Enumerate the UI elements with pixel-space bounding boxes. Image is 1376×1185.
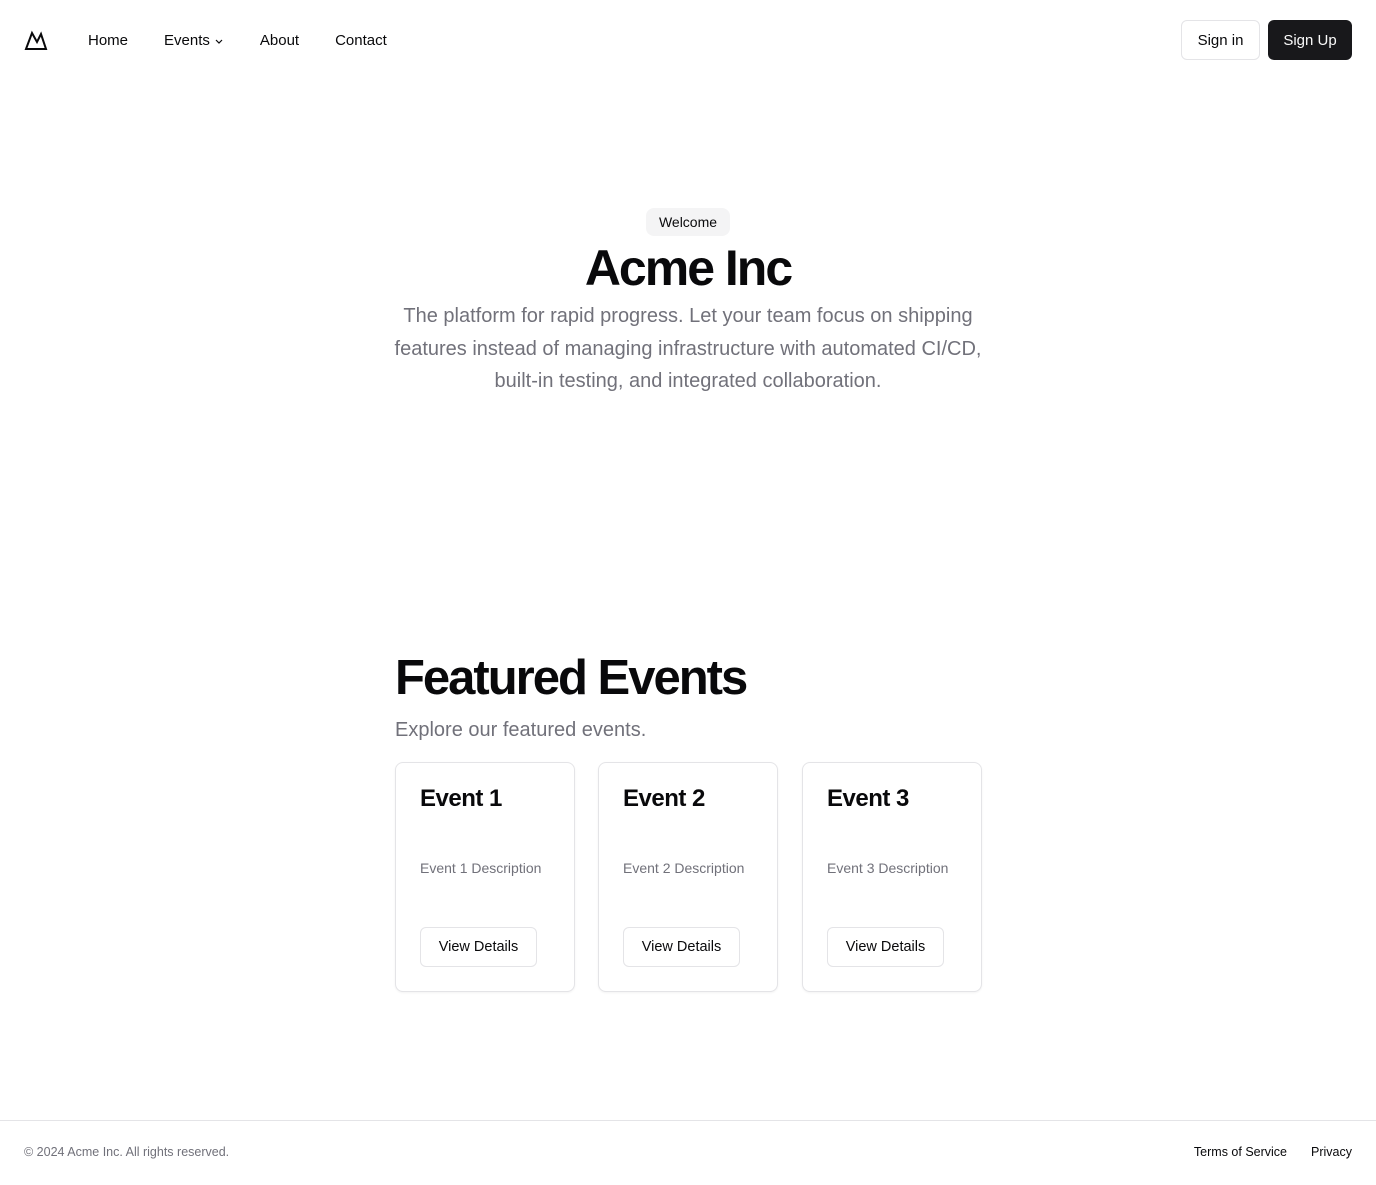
- terms-of-service-link[interactable]: Terms of Service: [1194, 1145, 1287, 1159]
- site-header: Home Events About Contact Sign in Sign U…: [0, 0, 1376, 80]
- welcome-badge: Welcome: [646, 208, 730, 236]
- view-details-button[interactable]: View Details: [827, 927, 944, 967]
- privacy-link[interactable]: Privacy: [1311, 1145, 1352, 1159]
- copyright-text: © 2024 Acme Inc. All rights reserved.: [24, 1145, 230, 1159]
- event-card-description: Event 1 Description: [420, 860, 542, 876]
- event-card: Event 2 Event 2 Description View Details: [598, 762, 778, 992]
- mountain-icon[interactable]: [24, 28, 48, 52]
- nav-about[interactable]: About: [260, 32, 299, 49]
- sign-in-button[interactable]: Sign in: [1181, 20, 1260, 60]
- main-nav: Home Events About Contact: [88, 28, 423, 52]
- nav-contact[interactable]: Contact: [335, 32, 387, 49]
- event-card-title: Event 3: [827, 785, 909, 812]
- hero-subtitle: The platform for rapid progress. Let you…: [394, 305, 982, 392]
- nav-events-label: Events: [164, 31, 210, 49]
- chevron-down-icon: [215, 39, 223, 44]
- featured-events-subtitle: Explore our featured events.: [395, 719, 647, 741]
- event-card-description: Event 3 Description: [827, 860, 949, 876]
- featured-events-title: Featured Events: [395, 651, 748, 705]
- event-card-title: Event 1: [420, 785, 502, 812]
- view-details-button[interactable]: View Details: [420, 927, 537, 967]
- event-card: Event 3 Event 3 Description View Details: [802, 762, 982, 992]
- hero-title: Acme Inc: [584, 240, 793, 296]
- nav-home[interactable]: Home: [88, 32, 128, 49]
- nav-events[interactable]: Events: [164, 32, 224, 49]
- event-card: Event 1 Event 1 Description View Details: [395, 762, 575, 992]
- event-card-title: Event 2: [623, 785, 705, 812]
- site-footer: © 2024 Acme Inc. All rights reserved. Te…: [0, 1120, 1376, 1185]
- footer-links: Terms of Service Privacy: [1170, 1145, 1352, 1159]
- event-card-description: Event 2 Description: [623, 860, 745, 876]
- view-details-button[interactable]: View Details: [623, 927, 740, 967]
- sign-up-button[interactable]: Sign Up: [1268, 20, 1352, 60]
